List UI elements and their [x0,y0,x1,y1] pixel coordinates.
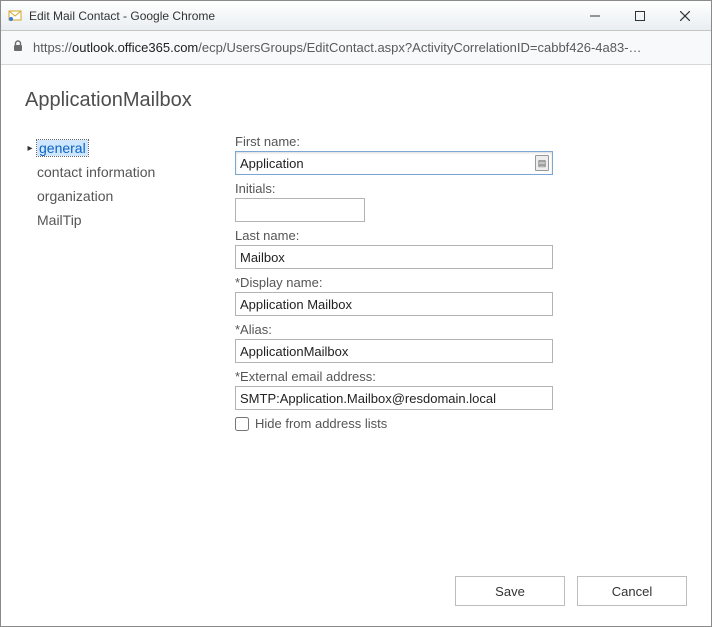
url-text[interactable]: https://outlook.office365.com/ecp/UsersG… [33,40,701,55]
maximize-button[interactable] [617,2,662,30]
lock-icon [11,39,25,56]
label-hide-from-address-lists: Hide from address lists [255,416,387,431]
window-title: Edit Mail Contact - Google Chrome [29,9,572,23]
url-path: /ecp/UsersGroups/EditContact.aspx?Activi… [198,40,641,55]
display-name-input[interactable] [235,292,553,316]
sidebar-item-label: organization [25,188,113,204]
sidebar-item-general[interactable]: ▸ general [25,136,235,160]
window-controls [572,2,707,30]
first-name-input[interactable] [235,151,553,175]
sidebar-item-label: MailTip [25,212,82,228]
label-initials: Initials: [235,181,565,196]
sidebar-item-label: contact information [25,164,155,180]
sidebar-item-label: general [37,140,88,156]
external-email-input[interactable] [235,386,553,410]
label-display-name: *Display name: [235,275,565,290]
sidebar-item-contact-information[interactable]: contact information [25,160,235,184]
minimize-button[interactable] [572,2,617,30]
close-button[interactable] [662,2,707,30]
initials-input[interactable] [235,198,365,222]
window-titlebar: Edit Mail Contact - Google Chrome [1,1,711,31]
label-first-name: First name: [235,134,565,149]
hide-from-address-lists-checkbox[interactable] [235,417,249,431]
page-title: ApplicationMailbox [25,89,687,112]
sidebar-item-organization[interactable]: organization [25,184,235,208]
label-external-email: *External email address: [235,369,565,384]
page-content: ApplicationMailbox ▸ general contact inf… [1,65,711,626]
cancel-button[interactable]: Cancel [577,576,687,606]
dialog-footer: Save Cancel [455,576,687,606]
sidebar-item-mailtip[interactable]: MailTip [25,208,235,232]
sidebar-nav: ▸ general contact information organizati… [25,134,235,431]
address-bar: https://outlook.office365.com/ecp/UsersG… [1,31,711,65]
caret-right-icon: ▸ [25,143,35,154]
label-alias: *Alias: [235,322,565,337]
last-name-input[interactable] [235,245,553,269]
url-host: outlook.office365.com [72,40,198,55]
form-general: First name: ▤ Initials: Last name: *Disp… [235,134,565,431]
label-last-name: Last name: [235,228,565,243]
app-favicon [7,8,23,24]
alias-input[interactable] [235,339,553,363]
save-button[interactable]: Save [455,576,565,606]
